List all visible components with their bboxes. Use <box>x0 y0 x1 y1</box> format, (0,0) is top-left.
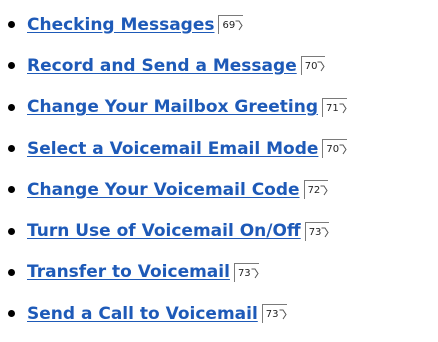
page-reference[interactable]: 69 <box>218 15 244 35</box>
list-item: Turn Use of Voicemail On/Off 73 <box>8 210 347 251</box>
page-jump-arrow-icon <box>339 144 347 155</box>
page-reference[interactable]: 72 <box>303 180 329 200</box>
bullet-icon <box>8 186 15 194</box>
page-jump-arrow-icon <box>279 309 287 320</box>
page-number: 72 <box>307 185 321 197</box>
list-item: Transfer to Voicemail 73 <box>8 252 347 293</box>
bullet-icon <box>8 145 15 153</box>
page-reference[interactable]: 70 <box>300 56 326 76</box>
page-number: 73 <box>265 309 279 321</box>
list-item: Checking Messages 69 <box>8 4 347 45</box>
page-number: 73 <box>237 267 251 279</box>
bullet-icon <box>8 62 15 70</box>
bullet-icon <box>8 21 15 29</box>
page-jump-arrow-icon <box>320 185 328 196</box>
toc-link-transfer-to-voicemail[interactable]: Transfer to Voicemail <box>27 262 230 282</box>
toc-link-voicemail-on-off[interactable]: Turn Use of Voicemail On/Off <box>27 221 301 241</box>
bullet-icon <box>8 268 15 276</box>
list-item: Record and Send a Message 70 <box>8 45 347 86</box>
page-jump-arrow-icon <box>317 61 326 72</box>
toc-link-mailbox-greeting[interactable]: Change Your Mailbox Greeting <box>27 97 318 117</box>
toc-link-record-and-send[interactable]: Record and Send a Message <box>27 56 297 76</box>
page-reference[interactable]: 71 <box>322 97 347 117</box>
page-number: 73 <box>308 226 322 238</box>
toc-link-voicemail-code[interactable]: Change Your Voicemail Code <box>27 180 300 200</box>
toc-link-send-call-to-voicemail[interactable]: Send a Call to Voicemail <box>27 304 258 324</box>
page-jump-arrow-icon <box>339 103 347 114</box>
toc-link-checking-messages[interactable]: Checking Messages <box>27 15 214 35</box>
page-jump-arrow-icon <box>235 20 243 31</box>
page-reference[interactable]: 70 <box>322 139 348 159</box>
list-item: Change Your Mailbox Greeting 71 <box>8 87 347 128</box>
list-item: Change Your Voicemail Code 72 <box>8 169 347 210</box>
page-reference[interactable]: 73 <box>261 304 287 324</box>
page-number: 70 <box>326 144 340 156</box>
page-jump-arrow-icon <box>321 227 330 237</box>
toc-link-email-mode[interactable]: Select a Voicemail Email Mode <box>27 139 318 159</box>
bullet-icon <box>8 227 15 235</box>
bullet-icon <box>8 103 15 111</box>
page-number: 69 <box>222 20 236 32</box>
page-jump-arrow-icon <box>251 268 259 279</box>
page-number: 71 <box>326 102 339 114</box>
page-reference[interactable]: 73 <box>233 262 259 282</box>
page-number: 70 <box>304 61 318 73</box>
list-item: Select a Voicemail Email Mode 70 <box>8 128 348 169</box>
bullet-icon <box>8 310 15 318</box>
toc-list: Checking Messages 69 Record and Send a M… <box>8 4 348 334</box>
page-reference[interactable]: 73 <box>304 221 330 241</box>
list-item: Send a Call to Voicemail 73 <box>8 293 347 334</box>
